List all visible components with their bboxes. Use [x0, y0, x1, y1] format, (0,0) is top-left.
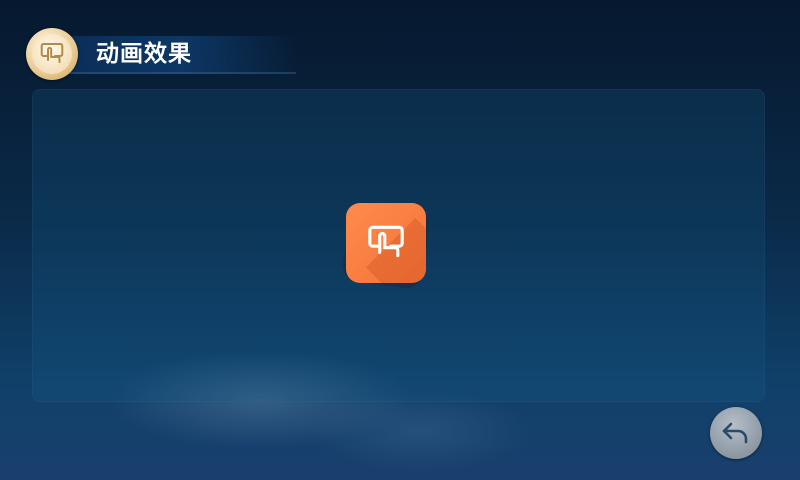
back-button[interactable] [710, 407, 762, 459]
header-badge [26, 28, 78, 80]
touch-screen-icon [368, 225, 404, 258]
page-header: 动画效果 [26, 28, 296, 80]
touch-screen-icon [40, 43, 64, 63]
page-title: 动画效果 [96, 41, 192, 67]
app-icon[interactable] [346, 203, 426, 283]
content-panel [32, 89, 765, 402]
animation-preview [340, 199, 432, 291]
back-arrow-icon [722, 422, 748, 444]
